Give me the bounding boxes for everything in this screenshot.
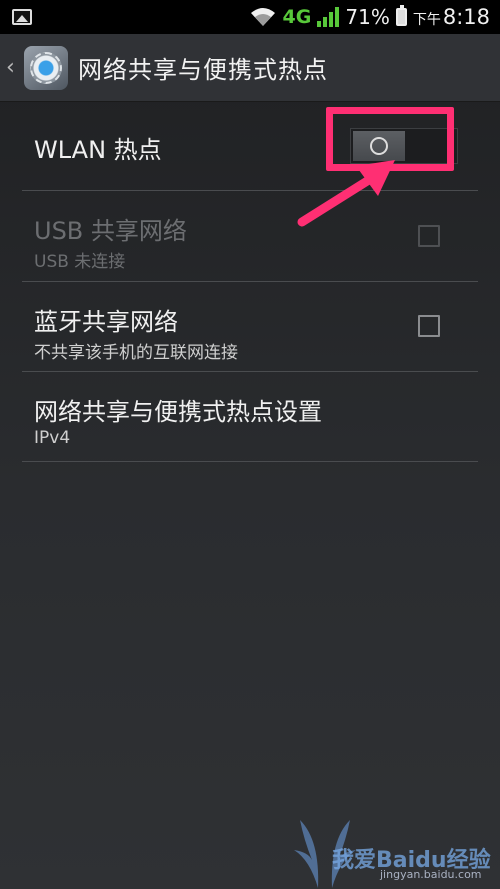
bluetooth-tethering-row[interactable]: 蓝牙共享网络 不共享该手机的互联网连接 xyxy=(22,282,478,372)
wifi-icon xyxy=(250,8,275,26)
picture-icon xyxy=(12,9,32,25)
back-chevron-icon[interactable]: ‹ xyxy=(6,55,16,80)
watermark-url: jingyan.baidu.com xyxy=(380,868,482,881)
bluetooth-tethering-label: 蓝牙共享网络 xyxy=(34,308,178,336)
usb-tethering-summary: USB 未连接 xyxy=(34,252,126,272)
time-prefix: 下午 xyxy=(412,12,441,28)
clock: 8:18 xyxy=(442,5,490,29)
signal-icon xyxy=(317,7,340,27)
settings-gear-icon[interactable] xyxy=(24,45,68,90)
battery-icon xyxy=(395,5,407,26)
wlan-hotspot-label: WLAN 热点 xyxy=(34,136,162,164)
action-bar: ‹ 网络共享与便携式热点 xyxy=(0,34,500,102)
bluetooth-tethering-checkbox[interactable] xyxy=(418,315,440,337)
hotspot-settings-label: 网络共享与便携式热点设置 xyxy=(34,398,322,426)
usb-tethering-row: USB 共享网络 USB 未连接 xyxy=(22,191,478,282)
hotspot-settings-summary: IPv4 xyxy=(34,428,71,448)
page-title: 网络共享与便携式热点 xyxy=(78,56,328,84)
network-type: 4G xyxy=(282,6,312,28)
status-bar: 4G 71% 下午8:18 xyxy=(0,0,500,34)
battery-percent: 71% xyxy=(345,5,390,29)
watermark: 我爱Baidu经验 jingyan.baidu.com xyxy=(280,810,500,889)
annotation-highlight-box xyxy=(326,107,454,171)
usb-tethering-label: USB 共享网络 xyxy=(34,217,187,245)
hotspot-settings-row[interactable]: 网络共享与便携式热点设置 IPv4 xyxy=(22,372,478,462)
bluetooth-tethering-summary: 不共享该手机的互联网连接 xyxy=(34,343,238,363)
usb-tethering-checkbox xyxy=(418,225,440,247)
